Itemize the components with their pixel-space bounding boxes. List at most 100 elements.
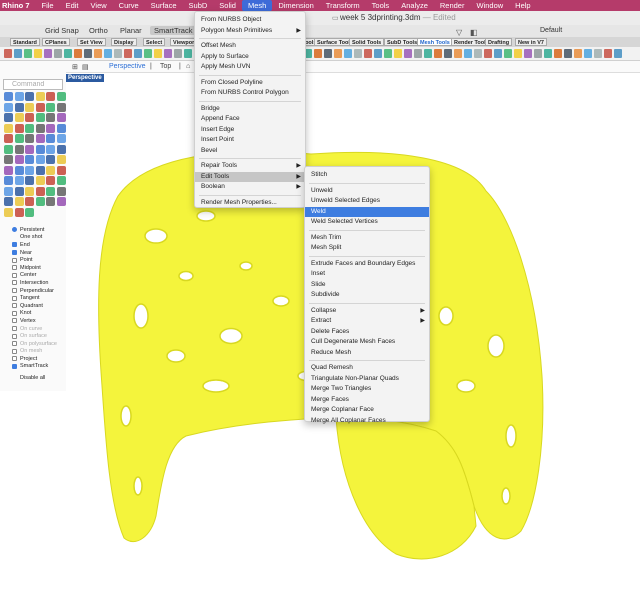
menu-item-polygon-mesh-primitives[interactable]: Polygon Mesh Primitives ▶	[195, 26, 305, 36]
menu-item-unweld[interactable]: Unweld	[305, 186, 429, 196]
menu-item-insert-edge[interactable]: Insert Edge	[195, 125, 305, 135]
app-menu[interactable]: Rhino 7	[0, 0, 36, 11]
osnap-checkbox[interactable]	[12, 235, 17, 240]
tab-solid-tools[interactable]: Solid Tools	[349, 38, 385, 46]
palette-tool-icon[interactable]	[46, 113, 55, 122]
menu-render[interactable]: Render	[434, 0, 471, 11]
palette-tool-icon[interactable]	[56, 165, 66, 175]
palette-tool-icon[interactable]	[35, 144, 45, 154]
menu-item-weld[interactable]: Weld	[305, 206, 429, 217]
tab-mesh-tools[interactable]: Mesh Tools	[417, 38, 453, 46]
menu-view[interactable]: View	[85, 0, 113, 11]
palette-tool-icon[interactable]	[35, 197, 45, 206]
osnap-on-curve[interactable]: On curve	[12, 325, 66, 333]
toolbar-tool-icon[interactable]	[404, 49, 412, 58]
toolbar-tool-icon[interactable]	[34, 49, 42, 58]
osnap-end[interactable]: End	[12, 241, 66, 249]
command-input[interactable]	[3, 79, 63, 90]
menu-item-delete-faces[interactable]: Delete Faces	[305, 327, 429, 337]
osnap-checkbox[interactable]	[12, 242, 17, 248]
palette-tool-icon[interactable]	[46, 176, 55, 185]
palette-tool-icon[interactable]	[4, 92, 13, 101]
palette-tool-icon[interactable]	[56, 102, 66, 112]
menu-window[interactable]: Window	[470, 0, 509, 11]
palette-tool-icon[interactable]	[14, 144, 24, 154]
toolbar-tool-icon[interactable]	[424, 49, 432, 58]
palette-tool-icon[interactable]	[25, 207, 34, 217]
toolbar-tool-icon[interactable]	[94, 49, 102, 58]
tab-select[interactable]: Select	[143, 38, 166, 46]
toolbar-tool-icon[interactable]	[584, 49, 592, 58]
menu-item-inset[interactable]: Inset	[305, 269, 429, 279]
tab-new-in-v7[interactable]: New in V7	[515, 38, 547, 46]
toolbar-tool-icon[interactable]	[574, 49, 582, 58]
toolbar-tool-icon[interactable]	[134, 49, 142, 58]
menu-item-merge-coplanar-face[interactable]: Merge Coplanar Face	[305, 405, 429, 415]
menu-help[interactable]: Help	[509, 0, 536, 11]
menu-item-cull-degenerate-mesh-faces[interactable]: Cull Degenerate Mesh Faces	[305, 337, 429, 347]
osnap-checkbox[interactable]	[12, 303, 17, 309]
toolbar-tool-icon[interactable]	[344, 49, 352, 58]
palette-tool-icon[interactable]	[14, 92, 24, 101]
menu-dimension[interactable]: Dimension	[272, 0, 319, 11]
palette-tool-icon[interactable]	[14, 134, 24, 143]
menu-file[interactable]: File	[36, 0, 60, 11]
toolbar-tool-icon[interactable]	[554, 49, 562, 58]
menu-item-edit-tools[interactable]: Edit Tools ▶	[195, 171, 305, 182]
toolbar-tool-icon[interactable]	[444, 49, 452, 58]
osnap-checkbox[interactable]	[12, 227, 17, 233]
osnap-project[interactable]: Project	[12, 355, 66, 363]
palette-tool-icon[interactable]	[4, 176, 13, 185]
menu-item-repair-tools[interactable]: Repair Tools ▶	[195, 161, 305, 171]
palette-tool-icon[interactable]	[46, 165, 55, 175]
palette-tool-icon[interactable]	[25, 134, 34, 143]
palette-tool-icon[interactable]	[25, 113, 34, 122]
menu-item-append-face[interactable]: Append Face	[195, 114, 305, 124]
osnap-intersection[interactable]: Intersection	[12, 279, 66, 287]
osnap-one-shot[interactable]: One shot	[12, 234, 66, 242]
palette-tool-icon[interactable]	[4, 207, 13, 217]
tab-front-icon[interactable]: ⌂	[186, 63, 190, 70]
menu-item-from-nurbs-object[interactable]: From NURBS Object	[195, 15, 305, 25]
osnap-near[interactable]: Near	[12, 249, 66, 257]
menu-analyze[interactable]: Analyze	[395, 0, 434, 11]
osnap-checkbox[interactable]	[12, 363, 17, 369]
toolbar-tool-icon[interactable]	[494, 49, 502, 58]
palette-tool-icon[interactable]	[25, 123, 34, 133]
palette-tool-icon[interactable]	[46, 197, 55, 206]
palette-tool-icon[interactable]	[56, 113, 66, 122]
palette-tool-icon[interactable]	[14, 113, 24, 122]
menu-mesh[interactable]: Mesh	[241, 0, 273, 11]
palette-tool-icon[interactable]	[56, 186, 66, 196]
menu-edit[interactable]: Edit	[60, 0, 85, 11]
toolbar-tool-icon[interactable]	[614, 49, 622, 58]
toolbar-tool-icon[interactable]	[334, 49, 342, 58]
palette-tool-icon[interactable]	[56, 92, 66, 101]
osnap-midpoint[interactable]: Midpoint	[12, 264, 66, 272]
tab-top[interactable]: Top	[160, 63, 171, 70]
grid-view-icon[interactable]: ⊞	[72, 63, 78, 71]
toolbar-tool-icon[interactable]	[64, 49, 72, 58]
menu-item-merge-two-triangles[interactable]: Merge Two Triangles	[305, 384, 429, 394]
menu-item-mesh-split[interactable]: Mesh Split	[305, 243, 429, 253]
menu-item-bevel[interactable]: Bevel	[195, 146, 305, 156]
display-mode-label[interactable]: Default	[540, 27, 562, 34]
tab-drafting[interactable]: Drafting	[485, 38, 513, 46]
palette-tool-icon[interactable]	[25, 102, 34, 112]
osnap-perpendicular[interactable]: Perpendicular	[12, 287, 66, 295]
toolbar-tool-icon[interactable]	[174, 49, 182, 58]
osnap-checkbox[interactable]	[12, 257, 17, 263]
palette-tool-icon[interactable]	[14, 102, 24, 112]
menu-item-from-closed-polyline[interactable]: From Closed Polyline	[195, 78, 305, 88]
palette-tool-icon[interactable]	[46, 144, 55, 154]
menu-subd[interactable]: SubD	[183, 0, 214, 11]
menu-item-subdivide[interactable]: Subdivide	[305, 290, 429, 300]
toolbar-tool-icon[interactable]	[24, 49, 32, 58]
palette-tool-icon[interactable]	[4, 165, 13, 175]
osnap-quadrant[interactable]: Quadrant	[12, 302, 66, 310]
palette-tool-icon[interactable]	[14, 186, 24, 196]
tab-standard[interactable]: Standard	[10, 38, 40, 46]
menu-item-weld-selected-vertices[interactable]: Weld Selected Vertices	[305, 217, 429, 227]
smarttrack-toggle[interactable]: SmartTrack	[150, 26, 197, 35]
toolbar-tool-icon[interactable]	[564, 49, 572, 58]
